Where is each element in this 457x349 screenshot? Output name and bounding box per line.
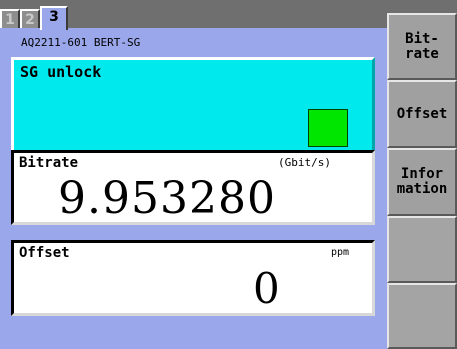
offset-label: Offset <box>19 245 70 261</box>
offset-box[interactable]: Offset ppm 0 <box>11 240 375 316</box>
softkey-offset[interactable]: Offset <box>387 80 457 148</box>
sg-status-label: SG unlock <box>20 63 102 81</box>
device-title: AQ2211-601 BERT-SG <box>21 36 141 49</box>
bitrate-unit: (Gbit/s) <box>278 156 331 169</box>
bitrate-label: Bitrate <box>19 155 79 171</box>
tab-1[interactable]: 1 <box>0 9 20 29</box>
softkey-panel: Bit- rate Offset Infor mation <box>387 13 457 349</box>
main-panel: AQ2211-601 BERT-SG SG unlock Bitrate (Gb… <box>0 28 387 349</box>
tab-3[interactable]: 3 <box>40 6 68 30</box>
offset-unit: ppm <box>331 247 350 258</box>
tab-strip: 1 2 3 <box>0 0 387 30</box>
sg-status-indicator <box>308 109 348 147</box>
offset-value: 0 <box>253 264 280 313</box>
tab-2[interactable]: 2 <box>20 9 40 29</box>
softkey-information[interactable]: Infor mation <box>387 148 457 216</box>
bitrate-box[interactable]: Bitrate (Gbit/s) 9.953280 <box>11 150 375 225</box>
softkey-5[interactable] <box>387 283 457 349</box>
softkey-bitrate[interactable]: Bit- rate <box>387 13 457 80</box>
bitrate-value: 9.953280 <box>58 173 276 224</box>
softkey-4[interactable] <box>387 216 457 283</box>
